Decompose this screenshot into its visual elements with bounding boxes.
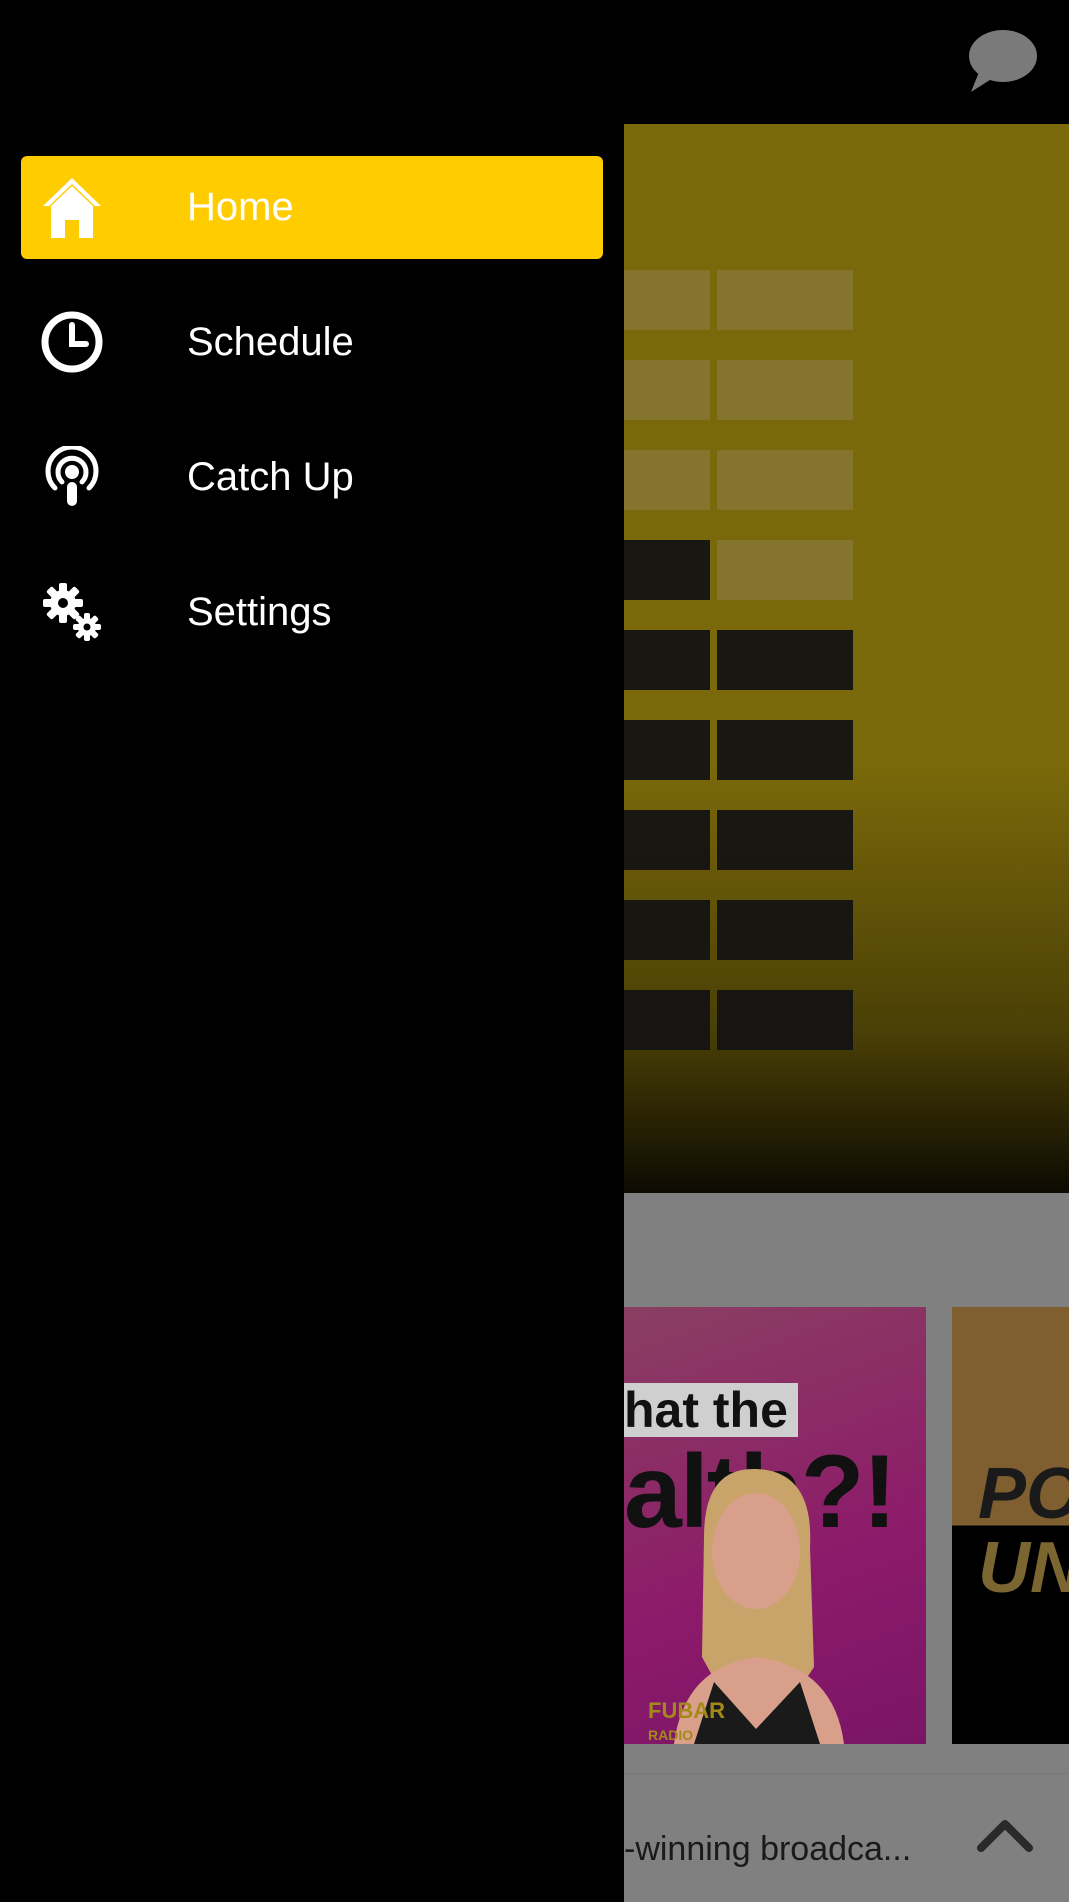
card-headline-line: POI xyxy=(978,1454,1069,1534)
level-meter-bar xyxy=(717,360,853,420)
clock-icon xyxy=(41,311,103,373)
level-meter-bar xyxy=(624,360,710,420)
show-card[interactable]: POI UNC xyxy=(952,1307,1069,1744)
level-meter-bar xyxy=(624,630,710,690)
level-meter-bar xyxy=(717,720,853,780)
logo-subtext: RADIO xyxy=(648,1727,694,1743)
navigation-drawer: Home Schedule Catch Up Settings xyxy=(0,0,624,1901)
hero-banner xyxy=(624,124,1069,1193)
nav-item-label: Home xyxy=(187,185,294,229)
nav-item-home[interactable]: Home xyxy=(21,156,603,259)
nav-item-label: Settings xyxy=(187,590,332,634)
level-meter-bar xyxy=(717,990,853,1050)
nav-item-schedule[interactable]: Schedule xyxy=(21,291,603,394)
nav-item-label: Catch Up xyxy=(187,455,354,499)
nav-item-label: Schedule xyxy=(187,320,354,364)
level-meter-bar xyxy=(624,270,710,330)
level-meter-bar xyxy=(717,630,853,690)
catch-up-carousel: hat the alth?! FUBAR RADIO POI UNC -winn… xyxy=(624,1193,1069,1902)
card-headline: hat the xyxy=(624,1383,798,1437)
gears-icon xyxy=(43,583,101,641)
now-playing-bar[interactable]: -winning broadca... xyxy=(624,1773,1069,1902)
card-headline-line: UNC xyxy=(978,1528,1069,1608)
card-headline: POI UNC xyxy=(978,1457,1069,1605)
nav-item-settings[interactable]: Settings xyxy=(21,561,603,664)
home-icon xyxy=(43,178,101,238)
now-playing-text: -winning broadca... xyxy=(624,1830,912,1868)
nav-item-catch-up[interactable]: Catch Up xyxy=(21,426,603,529)
level-meter-bar xyxy=(717,450,853,510)
show-card[interactable]: hat the alth?! FUBAR RADIO xyxy=(624,1307,926,1744)
level-meter-bar xyxy=(624,720,710,780)
level-meter-bar xyxy=(624,540,710,600)
level-meter-bar xyxy=(717,810,853,870)
level-meter-bar xyxy=(624,900,710,960)
level-meter-bar xyxy=(624,990,710,1050)
chat-bubble-icon[interactable] xyxy=(967,28,1039,96)
level-meter-bar xyxy=(624,450,710,510)
podcast-icon xyxy=(45,446,99,506)
logo-text: FUBAR xyxy=(648,1698,725,1723)
level-meter-bar xyxy=(717,900,853,960)
chevron-up-icon[interactable] xyxy=(977,1814,1033,1854)
level-meter-bar xyxy=(717,270,853,330)
level-meter-bar xyxy=(717,540,853,600)
fubar-radio-logo: FUBAR RADIO xyxy=(648,1700,725,1744)
level-meter-bar xyxy=(624,810,710,870)
